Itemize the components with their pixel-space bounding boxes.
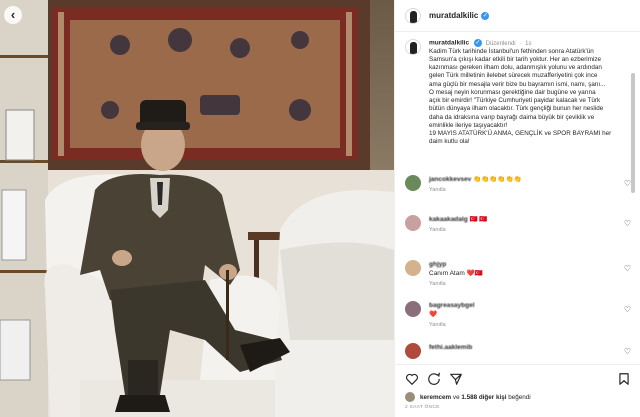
comment-body: bagreasaybgel ❤️ Yanıtla [429,301,475,330]
comment-body: fethi.aaklemib [429,343,472,359]
comment-body: ghjyp Canım Atam ❤️🇹🇷 Yanıtla [429,260,483,289]
reply-button[interactable]: Yanıtla [429,226,487,235]
caption-line: kazınması gereken ilham dolu, adanmışlık… [429,64,602,72]
back-icon[interactable]: ‹ [4,6,22,24]
comment-avatar[interactable] [405,301,421,317]
comment-avatar[interactable] [405,260,421,276]
comment-text: Canım Atam ❤️🇹🇷 [429,270,483,277]
comment-like-heart-icon[interactable]: ♡ [624,264,631,273]
post-caption: muratdalkilic ✓ Düzenlendi · 1s Kadim Tü… [395,33,640,146]
comment-item: ghjyp Canım Atam ❤️🇹🇷 Yanıtla ♡ [395,260,640,289]
comment-username[interactable]: ghjyp [429,261,446,268]
liked-by-suffix: beğendi [508,393,531,401]
comment-icon[interactable] [427,372,441,386]
caption-line: ama güçlü bir mesajla verir bize bu bayr… [429,80,606,88]
comment-username[interactable]: bagreasaybgel [429,302,475,309]
caption-line: bütün dünyaya ilham olacaktır. Türk genç… [429,105,604,113]
comments-scroll-area[interactable]: muratdalkilic ✓ Düzenlendi · 1s Kadim Tü… [395,33,640,363]
post-time: 1s [525,40,532,47]
reply-button[interactable]: Yanıtla [429,321,475,330]
comment-item: bagreasaybgel ❤️ Yanıtla ♡ [395,301,640,330]
caption-line: O mesaj neyin korunması gerektiğine dair… [429,88,596,96]
caption-line: Kadim Türk tarihinde İstanbul'un fethind… [429,47,594,55]
comment-avatar[interactable] [405,175,421,191]
comment-text: ❤️ [429,311,438,318]
comment-item: kakaakadalg 🇹🇷 🇹🇷 Yanıtla ♡ [395,215,640,235]
comment-text: 👏👏👏👏👏👏 [473,176,522,183]
reply-button[interactable]: Yanıtla [429,280,483,289]
comment-item: fethi.aaklemib ♡ [395,343,640,359]
caption-line: daha da idraksına varıp bayrağı daima bü… [429,113,595,121]
comment-item: jancokkevsev 👏👏👏👏👏👏 Yanıtla ♡ [395,175,640,195]
post-header: muratdalkilic ✓ [395,0,640,32]
caption-line: açık bir emirdir! "Türkiye Cumhuriyeti p… [429,97,601,105]
comment-like-heart-icon[interactable]: ♡ [624,219,631,228]
post-sidebar: muratdalkilic ✓ muratdalkilic ✓ Düzenlen… [394,0,640,417]
scrollbar[interactable] [631,73,635,193]
liked-by-others[interactable]: 1.588 diğer kişi [461,394,506,401]
caption-line: 19 MAYIS ATATÜRK'Ü ANMA, GENÇLİK ve SPOR… [429,129,612,137]
liked-by-connector: ve [452,393,460,401]
comment-avatar[interactable] [405,215,421,231]
comment-username[interactable]: kakaakadalg [429,216,468,223]
comment-like-heart-icon[interactable]: ♡ [624,347,631,356]
like-heart-icon[interactable] [405,372,419,386]
post-photo[interactable]: ‹ [0,0,394,417]
comment-like-heart-icon[interactable]: ♡ [624,179,631,188]
post-date: 2 SAAT ÖNCE [405,405,440,410]
liked-by-user[interactable]: keremcem [420,394,451,401]
likes-summary[interactable]: keremcem ve 1.588 diğer kişi beğendi [405,392,631,402]
caption-avatar[interactable] [405,39,421,55]
caption-verified-icon: ✓ [473,39,482,47]
action-icons-row [405,371,631,387]
caption-line: gelen Türk milletinin ilelebet sürecek m… [429,72,598,80]
share-icon[interactable] [449,372,463,386]
caption-line: Samsun'a çıkışı kadar etkili bir tarih y… [429,56,601,64]
comment-body: kakaakadalg 🇹🇷 🇹🇷 Yanıtla [429,215,487,235]
caption-body: muratdalkilic ✓ Düzenlendi · 1s Kadim Tü… [429,39,611,146]
avatar[interactable] [405,7,421,24]
verified-badge-icon: ✓ [481,11,490,20]
comment-avatar[interactable] [405,343,421,359]
comment-username[interactable]: fethi.aaklemib [429,344,472,351]
liker-avatar[interactable] [405,392,415,402]
edited-label: Düzenlendi [485,40,516,47]
comment-text: 🇹🇷 🇹🇷 [469,216,488,223]
comment-body: jancokkevsev 👏👏👏👏👏👏 Yanıtla [429,175,522,195]
dot-separator: · [519,40,522,47]
caption-username[interactable]: muratdalkilic [429,40,469,47]
reply-button[interactable]: Yanıtla [429,186,522,195]
portrait-illustration [0,0,394,417]
header-username[interactable]: muratdalkilic [429,11,478,20]
caption-line: daim kutlu ola! [429,138,470,146]
save-bookmark-icon[interactable] [617,372,631,386]
post-actions: keremcem ve 1.588 diğer kişi beğendi 2 S… [395,364,640,417]
comment-username[interactable]: jancokkevsev [429,176,471,183]
comment-like-heart-icon[interactable]: ♡ [624,305,631,314]
caption-line: eminlikle ileriye taşıyacaktır! [429,121,508,129]
